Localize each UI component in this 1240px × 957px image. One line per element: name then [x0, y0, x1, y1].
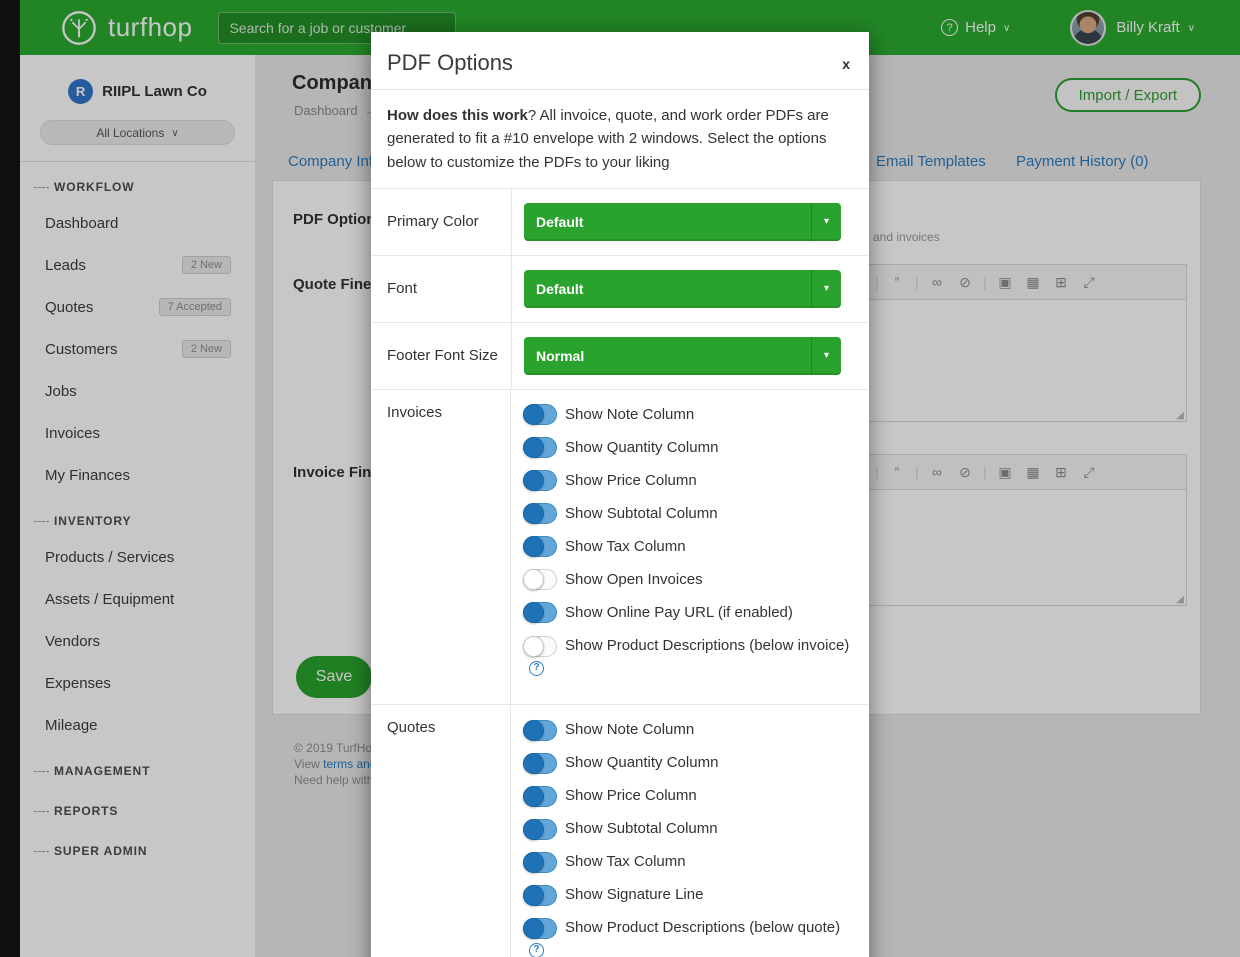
- toggle-label: Show Price Column: [565, 787, 697, 804]
- font-label: Font: [371, 266, 511, 311]
- toggle-label: Show Product Descriptions (below invoice…: [565, 637, 849, 654]
- toggle-knob: [523, 437, 544, 458]
- toggle-switch[interactable]: [523, 470, 557, 491]
- pdf-toggle-row: Show Product Descriptions (below quote)?: [523, 917, 853, 957]
- toggle-switch[interactable]: [523, 636, 557, 657]
- invoices-toggles: Show Note Column Show Quantity Column Sh…: [511, 390, 869, 704]
- toggle-label: Show Product Descriptions (below quote): [565, 919, 840, 936]
- pdf-toggle-row: Show Quantity Column: [523, 437, 853, 459]
- pdf-toggle-row: Show Tax Column: [523, 851, 853, 873]
- modal-intro-row: How does this work? All invoice, quote, …: [371, 90, 869, 189]
- pdf-toggle-row: Show Online Pay URL (if enabled): [523, 602, 853, 624]
- chevron-down-icon: ▾: [811, 337, 841, 375]
- modal-intro-text: How does this work? All invoice, quote, …: [371, 90, 869, 188]
- font-control: Default ▾: [511, 256, 869, 322]
- chevron-down-icon: ▾: [811, 270, 841, 308]
- toggle-label: Show Online Pay URL (if enabled): [565, 604, 793, 621]
- footer-font-size-select[interactable]: Normal ▾: [524, 337, 841, 375]
- primary-color-select[interactable]: Default ▾: [524, 203, 841, 241]
- chevron-down-icon: ▾: [811, 203, 841, 241]
- toggle-switch[interactable]: [523, 885, 557, 906]
- toggle-switch[interactable]: [523, 720, 557, 741]
- toggle-switch[interactable]: [523, 918, 557, 939]
- toggle-label: Show Open Invoices: [565, 571, 703, 588]
- pdf-toggle-row: Show Open Invoices: [523, 569, 853, 591]
- toggle-switch[interactable]: [523, 786, 557, 807]
- pdf-toggle-row: Show Note Column: [523, 719, 853, 741]
- toggle-knob: [523, 569, 544, 590]
- modal-title: PDF Options: [387, 50, 513, 76]
- pdf-toggle-row: Show Price Column: [523, 785, 853, 807]
- toggle-knob: [523, 404, 544, 425]
- pdf-toggle-row: Show Product Descriptions (below invoice…: [523, 635, 853, 679]
- footer-font-size-value: Normal: [536, 348, 584, 364]
- modal-body: How does this work? All invoice, quote, …: [371, 89, 869, 957]
- toggle-label: Show Note Column: [565, 406, 694, 423]
- toggle-label: Show Tax Column: [565, 853, 686, 870]
- help-icon[interactable]: ?: [529, 943, 544, 957]
- toggle-knob: [523, 753, 544, 774]
- footer-font-size-control: Normal ▾: [511, 323, 869, 389]
- font-value: Default: [536, 281, 583, 297]
- toggle-label: Show Subtotal Column: [565, 505, 718, 522]
- font-row: Font Default ▾: [371, 256, 869, 323]
- toggle-switch[interactable]: [523, 753, 557, 774]
- toggle-knob: [523, 720, 544, 741]
- modal-header: PDF Options x: [371, 32, 869, 89]
- pdf-options-modal: PDF Options x How does this work? All in…: [371, 32, 869, 957]
- toggle-label: Show Note Column: [565, 721, 694, 738]
- pdf-toggle-row: Show Note Column: [523, 404, 853, 426]
- toggle-label: Show Tax Column: [565, 538, 686, 555]
- quotes-label: Quotes: [371, 705, 511, 957]
- toggle-switch[interactable]: [523, 437, 557, 458]
- toggle-knob: [523, 503, 544, 524]
- toggle-label: Show Signature Line: [565, 886, 703, 903]
- toggle-knob: [523, 636, 544, 657]
- primary-color-row: Primary Color Default ▾: [371, 189, 869, 256]
- toggle-switch[interactable]: [523, 602, 557, 623]
- toggle-switch[interactable]: [523, 503, 557, 524]
- toggle-knob: [523, 536, 544, 557]
- toggle-switch[interactable]: [523, 536, 557, 557]
- quotes-toggles: Show Note Column Show Quantity Column Sh…: [511, 705, 869, 957]
- pdf-toggle-row: Show Subtotal Column: [523, 503, 853, 525]
- intro-lead: How does this work: [387, 107, 528, 124]
- quotes-row: Quotes Show Note Column Show Quantity Co…: [371, 705, 869, 957]
- toggle-knob: [523, 819, 544, 840]
- primary-color-control: Default ▾: [511, 189, 869, 255]
- toggle-knob: [523, 918, 544, 939]
- toggle-knob: [523, 470, 544, 491]
- toggle-label: Show Price Column: [565, 472, 697, 489]
- footer-font-size-row: Footer Font Size Normal ▾: [371, 323, 869, 390]
- toggle-knob: [523, 602, 544, 623]
- toggle-knob: [523, 852, 544, 873]
- invoices-label: Invoices: [371, 390, 511, 704]
- pdf-toggle-row: Show Quantity Column: [523, 752, 853, 774]
- toggle-knob: [523, 786, 544, 807]
- footer-font-size-label: Footer Font Size: [371, 333, 511, 378]
- pdf-toggle-row: Show Price Column: [523, 470, 853, 492]
- close-icon[interactable]: x: [842, 57, 850, 71]
- pdf-toggle-row: Show Subtotal Column: [523, 818, 853, 840]
- primary-color-label: Primary Color: [371, 199, 511, 244]
- toggle-switch[interactable]: [523, 569, 557, 590]
- toggle-switch[interactable]: [523, 404, 557, 425]
- toggle-switch[interactable]: [523, 819, 557, 840]
- primary-color-value: Default: [536, 214, 583, 230]
- pdf-toggle-row: Show Signature Line: [523, 884, 853, 906]
- toggle-label: Show Quantity Column: [565, 439, 718, 456]
- toggle-label: Show Quantity Column: [565, 754, 718, 771]
- font-select[interactable]: Default ▾: [524, 270, 841, 308]
- toggle-switch[interactable]: [523, 852, 557, 873]
- pdf-toggle-row: Show Tax Column: [523, 536, 853, 558]
- toggle-label: Show Subtotal Column: [565, 820, 718, 837]
- toggle-knob: [523, 885, 544, 906]
- invoices-row: Invoices Show Note Column Show Quantity …: [371, 390, 869, 705]
- help-icon[interactable]: ?: [529, 661, 544, 676]
